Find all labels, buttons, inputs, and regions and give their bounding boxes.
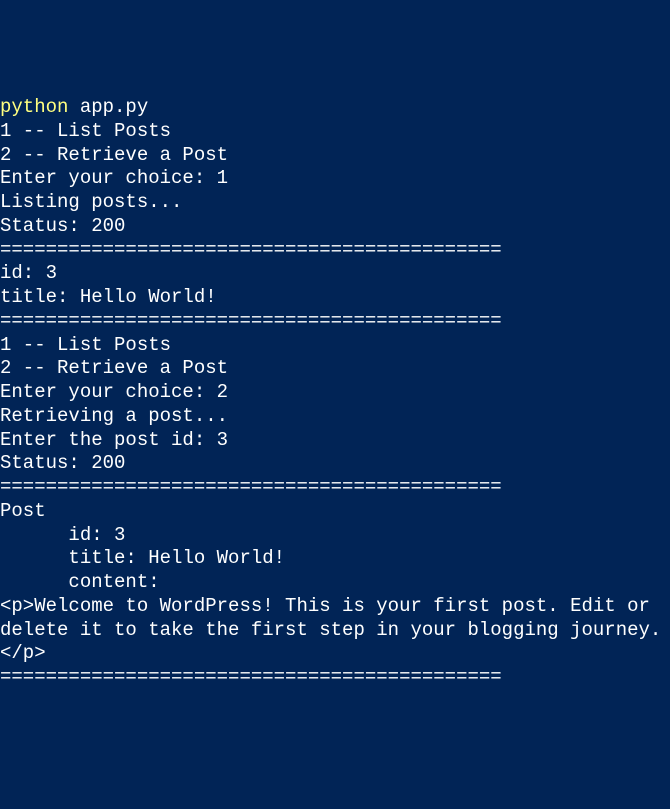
command-line: python app.py — [0, 96, 670, 120]
command-executable: python — [0, 96, 68, 118]
retrieving-message: Retrieving a post... — [0, 405, 670, 429]
status-line-2: Status: 200 — [0, 452, 670, 476]
post-id-line: id: 3 — [0, 262, 670, 286]
status-line-1: Status: 200 — [0, 215, 670, 239]
separator-line: ========================================… — [0, 239, 670, 263]
separator-line: ========================================… — [0, 666, 670, 690]
choice-prompt-1: Enter your choice: 1 — [0, 167, 670, 191]
separator-line: ========================================… — [0, 310, 670, 334]
choice-prompt-2: Enter your choice: 2 — [0, 381, 670, 405]
menu-option-2: 2 -- Retrieve a Post — [0, 357, 670, 381]
post-title-line: title: Hello World! — [0, 286, 670, 310]
menu-option-1: 1 -- List Posts — [0, 334, 670, 358]
detail-title: title: Hello World! — [0, 547, 670, 571]
command-arg: app.py — [68, 96, 148, 118]
post-header: Post — [0, 500, 670, 524]
menu-option-2: 2 -- Retrieve a Post — [0, 144, 670, 168]
listing-message: Listing posts... — [0, 191, 670, 215]
detail-content-label: content: — [0, 571, 670, 595]
post-id-prompt: Enter the post id: 3 — [0, 429, 670, 453]
content-body: <p>Welcome to WordPress! This is your fi… — [0, 595, 670, 666]
detail-id: id: 3 — [0, 524, 670, 548]
menu-option-1: 1 -- List Posts — [0, 120, 670, 144]
separator-line: ========================================… — [0, 476, 670, 500]
